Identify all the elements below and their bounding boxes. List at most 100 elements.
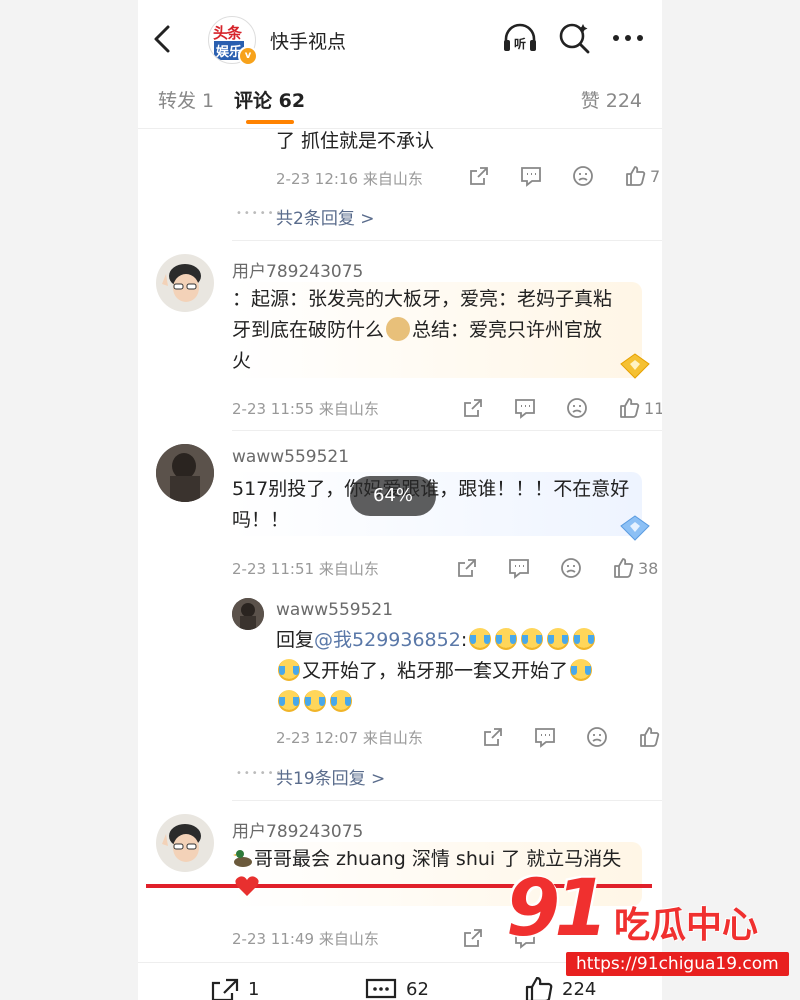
verified-badge: v: [238, 46, 258, 66]
reply-icon[interactable]: [508, 556, 560, 580]
mention-link[interactable]: @我529936852: [314, 629, 461, 651]
reply-icon[interactable]: [520, 164, 572, 188]
comment-time: 2-23 12:16: [276, 170, 359, 188]
divider: [232, 800, 662, 801]
share-icon[interactable]: [456, 556, 508, 580]
listen-icon[interactable]: 听: [500, 20, 540, 56]
progress-percent-overlay: 64%: [350, 476, 436, 516]
crying-laugh-emoji-icon: [573, 628, 596, 650]
account-name[interactable]: 快手视点: [270, 27, 346, 54]
tab-bar: 转发 1 评论 62 赞 224: [138, 76, 662, 129]
share-icon[interactable]: [482, 725, 534, 749]
search-icon[interactable]: [554, 20, 594, 56]
watermark-logo: 91 吃瓜中心 https://91chigua19.com: [506, 864, 796, 990]
reply-colon: :: [460, 629, 468, 651]
comment-meta: 2-23 11:51 来自山东: [232, 558, 379, 579]
like-button[interactable]: [638, 725, 662, 749]
crying-laugh-emoji-icon: [469, 628, 492, 650]
svg-text:听: 听: [514, 36, 526, 51]
gold-badge-icon: [620, 353, 650, 379]
like-button[interactable]: 11: [618, 396, 662, 420]
like-button[interactable]: 38: [612, 556, 658, 580]
comment-text-segment: 牙到底在破防什么: [232, 319, 385, 341]
tab-repost[interactable]: 转发 1: [158, 86, 214, 113]
doge-emoji-icon: [386, 317, 411, 341]
divider: [232, 240, 662, 241]
crying-laugh-emoji-icon: [278, 690, 300, 712]
comment-actions: 38: [456, 556, 658, 580]
comment-time: 2-23 11:55: [232, 400, 315, 418]
reply-actions: [482, 725, 662, 749]
reply-text: 回复@我529936852: 又开始了，粘牙那一套又开始了: [276, 625, 646, 718]
repost-count: 1: [248, 978, 260, 1000]
comment-text-segment: 总结：爱亮只许州官放: [412, 319, 603, 341]
commenter-avatar[interactable]: [156, 444, 214, 502]
crying-laugh-emoji-icon: [547, 628, 570, 650]
thumbs-up-icon: [614, 558, 634, 578]
reply-prefix: 回复: [276, 629, 315, 651]
reply-text-line: 又开始了，粘牙那一套又开始了: [276, 656, 646, 687]
tab-likes[interactable]: 赞 224: [581, 86, 642, 113]
reply-icon[interactable]: [514, 396, 566, 420]
commenter-name[interactable]: waww559521: [232, 447, 349, 467]
reply-avatar[interactable]: [232, 598, 264, 630]
dislike-icon[interactable]: [566, 396, 618, 420]
comment-meta: 2-23 11:55 来自山东: [232, 398, 379, 419]
back-icon[interactable]: [150, 22, 176, 56]
comment-text-line: 吗！！: [232, 509, 290, 531]
more-icon[interactable]: [608, 20, 648, 56]
like-count: 11: [644, 398, 662, 418]
comment-text: 517别投了，你妈爱跟谁，跟谁！！！不在意好 吗！！: [232, 474, 642, 536]
crying-laugh-emoji-icon: [278, 659, 300, 681]
top-actions: 听: [500, 20, 648, 56]
commenter-avatar[interactable]: [156, 814, 214, 872]
reply-text-line: [276, 687, 646, 718]
dislike-icon[interactable]: [586, 725, 638, 749]
repost-button[interactable]: 1: [210, 977, 259, 1000]
reply-icon[interactable]: [534, 725, 586, 749]
dislike-icon[interactable]: [560, 556, 612, 580]
comment-text-line: 517别投了，你妈爱跟谁，跟谁！！！不在意好: [232, 474, 642, 505]
dislike-icon[interactable]: [572, 164, 624, 188]
crying-laugh-emoji-icon: [521, 628, 544, 650]
comment-location: 来自山东: [318, 930, 379, 948]
reply-time: 2-23 12:07: [276, 729, 359, 747]
more-replies-link[interactable]: 共2条回复 >: [276, 204, 374, 229]
like-button[interactable]: 7: [624, 164, 660, 188]
comment-meta: 2-23 12:16 来自山东: [276, 168, 423, 189]
comment-location: 来自山东: [318, 400, 379, 418]
crying-laugh-emoji-icon: [495, 628, 518, 650]
thumbs-up-icon: [626, 166, 646, 186]
reply-text-segment: 又开始了，粘牙那一套又开始了: [302, 660, 569, 682]
comment-text: ：起源：张发亮的大板牙，爱亮：老妈子真粘 牙到底在破防什么 总结：爱亮只许州官放 …: [232, 284, 642, 377]
like-count: 38: [638, 558, 659, 578]
share-icon[interactable]: [468, 164, 520, 188]
comment-icon: [365, 978, 397, 999]
reply-meta: 2-23 12:07 来自山东: [276, 727, 423, 748]
thumbs-up-icon: [640, 727, 660, 747]
commenter-name[interactable]: 用户789243075: [232, 817, 363, 842]
reply-location: 来自山东: [362, 729, 423, 747]
comment-button[interactable]: 62: [364, 977, 429, 1000]
commenter-name[interactable]: 用户789243075: [232, 257, 363, 282]
comment-location: 来自山东: [318, 560, 379, 578]
like-count: 7: [650, 166, 661, 186]
commenter-avatar[interactable]: [156, 254, 214, 312]
more-replies-link[interactable]: 共19条回复 >: [276, 764, 385, 789]
comment-text: 了 抓住就是不承认: [276, 130, 435, 152]
duck-emoji-icon: [233, 850, 252, 867]
watermark-text: 吃瓜中心: [614, 905, 759, 946]
comment-text-line: ：起源：张发亮的大板牙，爱亮：老妈子真粘: [232, 288, 613, 310]
comment-actions: 11: [462, 396, 662, 420]
share-icon[interactable]: [462, 396, 514, 420]
weibo-comment-screen: 头条 娱乐 v 快手视点 听 转发 1 评论 62 赞 224 了 抓住就是不承…: [138, 0, 662, 1000]
comment-location: 来自山东: [362, 170, 423, 188]
crying-laugh-emoji-icon: [330, 690, 352, 712]
comment-text-line: 火: [232, 350, 252, 372]
reply-user-name[interactable]: waww559521: [276, 600, 393, 620]
comment-meta: 2-23 11:49 来自山东: [232, 928, 379, 949]
tab-comments[interactable]: 评论 62: [234, 86, 305, 113]
watermark-number: 91: [506, 864, 609, 954]
comment-time: 2-23 11:51: [232, 560, 315, 578]
comment-text-line: 牙到底在破防什么 总结：爱亮只许州官放: [232, 315, 642, 346]
